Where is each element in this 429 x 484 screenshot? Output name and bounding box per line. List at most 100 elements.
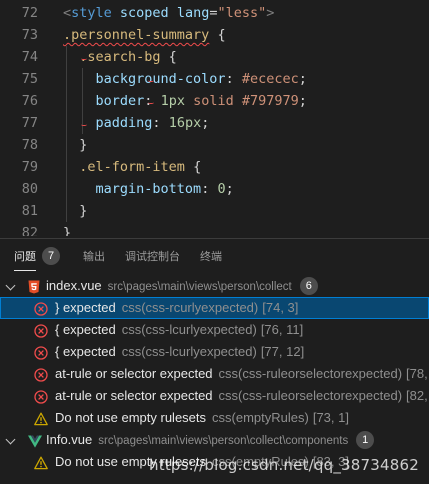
code-token: : <box>201 181 218 197</box>
problem-source: css(emptyRules) <box>212 410 309 425</box>
tab-terminal[interactable]: 终端 <box>200 239 222 275</box>
code-token: padding <box>95 115 153 131</box>
problem-source: css(emptyRules) <box>212 454 309 469</box>
code-text: .el-form-item { <box>63 156 201 178</box>
file-path: src\pages\main\views\person\collect\comp… <box>98 435 349 447</box>
error-squiggle <box>148 79 154 82</box>
error-icon <box>34 389 48 404</box>
code-line[interactable]: 82} <box>0 222 429 236</box>
chevron-down-icon[interactable] <box>5 434 16 445</box>
tab-debug-console[interactable]: 调试控制台 <box>125 239 180 275</box>
problem-item[interactable]: { expected css(css-lcurlyexpected) [76, 11… <box>0 319 429 341</box>
code-token: solid <box>193 93 234 109</box>
problem-message: { expected <box>55 322 116 337</box>
error-squiggle <box>81 123 87 126</box>
problem-message: Do not use empty rulesets <box>55 454 207 469</box>
code-token: ; <box>225 181 234 197</box>
code-token: ; <box>201 115 210 131</box>
problem-item[interactable]: } expected css(css-rcurlyexpected) [74, 3] <box>0 297 429 319</box>
line-number: 78 <box>21 137 38 153</box>
problem-item[interactable]: Do not use empty rulesets css(emptyRules)… <box>0 407 429 429</box>
code-token: { <box>184 159 202 175</box>
code-token: ; <box>298 93 307 109</box>
problem-item[interactable]: at-rule or selector expected css(css-rule… <box>0 363 429 385</box>
code-text: .personnel-summary { <box>63 24 226 46</box>
file-group-header[interactable]: index.vue src\pages\main\views\person\col… <box>0 275 429 297</box>
code-token: { <box>209 27 226 43</box>
code-text: .search-bg { <box>63 46 177 68</box>
code-token: margin-bottom <box>95 181 202 197</box>
line-number: 75 <box>21 71 38 87</box>
code-token: = <box>209 5 218 21</box>
code-token: : <box>225 71 242 87</box>
line-number: 74 <box>21 49 38 65</box>
code-line[interactable]: 78 } <box>0 134 429 156</box>
code-token: .el-form-item <box>79 159 185 175</box>
tab-output[interactable]: 输出 <box>83 239 105 275</box>
file-name: index.vue <box>46 278 102 293</box>
problem-position: [73, 1] <box>312 410 349 425</box>
code-token: } <box>79 137 88 153</box>
problem-source: css(css-ruleorselectorexpected) <box>218 366 403 381</box>
line-number: 73 <box>21 27 38 43</box>
file-problem-count: 1 <box>356 431 375 449</box>
code-line[interactable]: 74 .search-bg { <box>0 46 429 68</box>
chevron-down-icon[interactable] <box>5 280 16 291</box>
problem-source: css(css-ruleorselectorexpected) <box>218 388 403 403</box>
code-line[interactable]: 73 .personnel-summary { <box>0 24 429 46</box>
code-token: 0 <box>217 181 226 197</box>
code-token: #797979 <box>241 93 299 109</box>
problem-message: Do not use empty rulesets <box>55 410 207 425</box>
code-line[interactable]: 81 } <box>0 200 429 222</box>
code-token: : <box>152 115 169 131</box>
problem-item[interactable]: Do not use empty rulesets css(emptyRules)… <box>0 451 429 473</box>
line-number: 77 <box>21 115 38 131</box>
problem-item[interactable]: at-rule or selector expected css(css-rule… <box>0 385 429 407</box>
tab-problems[interactable]: 问题 7 <box>14 239 60 275</box>
error-icon <box>34 323 48 338</box>
line-number: 80 <box>21 181 38 197</box>
problem-item[interactable]: { expected css(css-lcurlyexpected) [77, 12… <box>0 341 429 363</box>
problem-message: at-rule or selector expected <box>55 366 213 381</box>
problems-panel: 问题 7 输出 调试控制台 终端 index.vue src\pages\main\… <box>0 238 429 484</box>
problem-position: [74, 3] <box>262 300 299 315</box>
code-line[interactable]: 80 margin-bottom: 0; <box>0 178 429 200</box>
html5-icon <box>28 279 40 294</box>
code-token: border <box>95 93 145 109</box>
error-squiggle <box>148 101 154 104</box>
file-group-header[interactable]: Info.vue src\pages\main\views\person\coll… <box>0 429 429 451</box>
code-token: 16px <box>168 115 202 131</box>
code-line[interactable]: 75 background-color: #ececec; <box>0 68 429 90</box>
code-token: "less" <box>217 5 267 21</box>
code-token: #ececec <box>241 71 299 87</box>
problem-position: [76, 11] <box>260 322 304 337</box>
code-text: background-color: #ececec; <box>63 68 307 90</box>
problem-source: css(css-rcurlyexpected) <box>121 300 259 315</box>
problem-source: css(css-lcurlyexpected) <box>121 322 257 337</box>
code-line[interactable]: 76 border: 1px solid #797979; <box>0 90 429 112</box>
problem-position: [78, 3] <box>406 366 429 381</box>
problem-position: [82, 1] <box>406 388 429 403</box>
code-line[interactable]: 79 .el-form-item { <box>0 156 429 178</box>
error-icon <box>34 367 48 382</box>
code-token: lang <box>176 5 210 21</box>
problem-source: css(css-lcurlyexpected) <box>121 344 257 359</box>
code-line[interactable]: 77 padding: 16px; <box>0 112 429 134</box>
code-token: { <box>160 49 177 65</box>
problem-position: [83, 3] <box>312 454 349 469</box>
problem-message: } expected <box>55 300 116 315</box>
file-name: Info.vue <box>46 432 93 447</box>
code-line[interactable]: 72 <style scoped lang="less"> <box>0 2 429 24</box>
line-number: 82 <box>21 225 38 236</box>
code-token: } <box>63 225 72 236</box>
code-editor[interactable]: 72 <style scoped lang="less"> 73 .personnel… <box>0 0 429 236</box>
code-text: margin-bottom: 0; <box>63 178 234 200</box>
code-token: background-color <box>95 71 226 87</box>
code-token: ; <box>298 71 307 87</box>
code-text: border: 1px solid #797979; <box>63 90 307 112</box>
problems-count-badge: 7 <box>42 247 60 265</box>
code-token: .search-bg <box>79 49 161 65</box>
